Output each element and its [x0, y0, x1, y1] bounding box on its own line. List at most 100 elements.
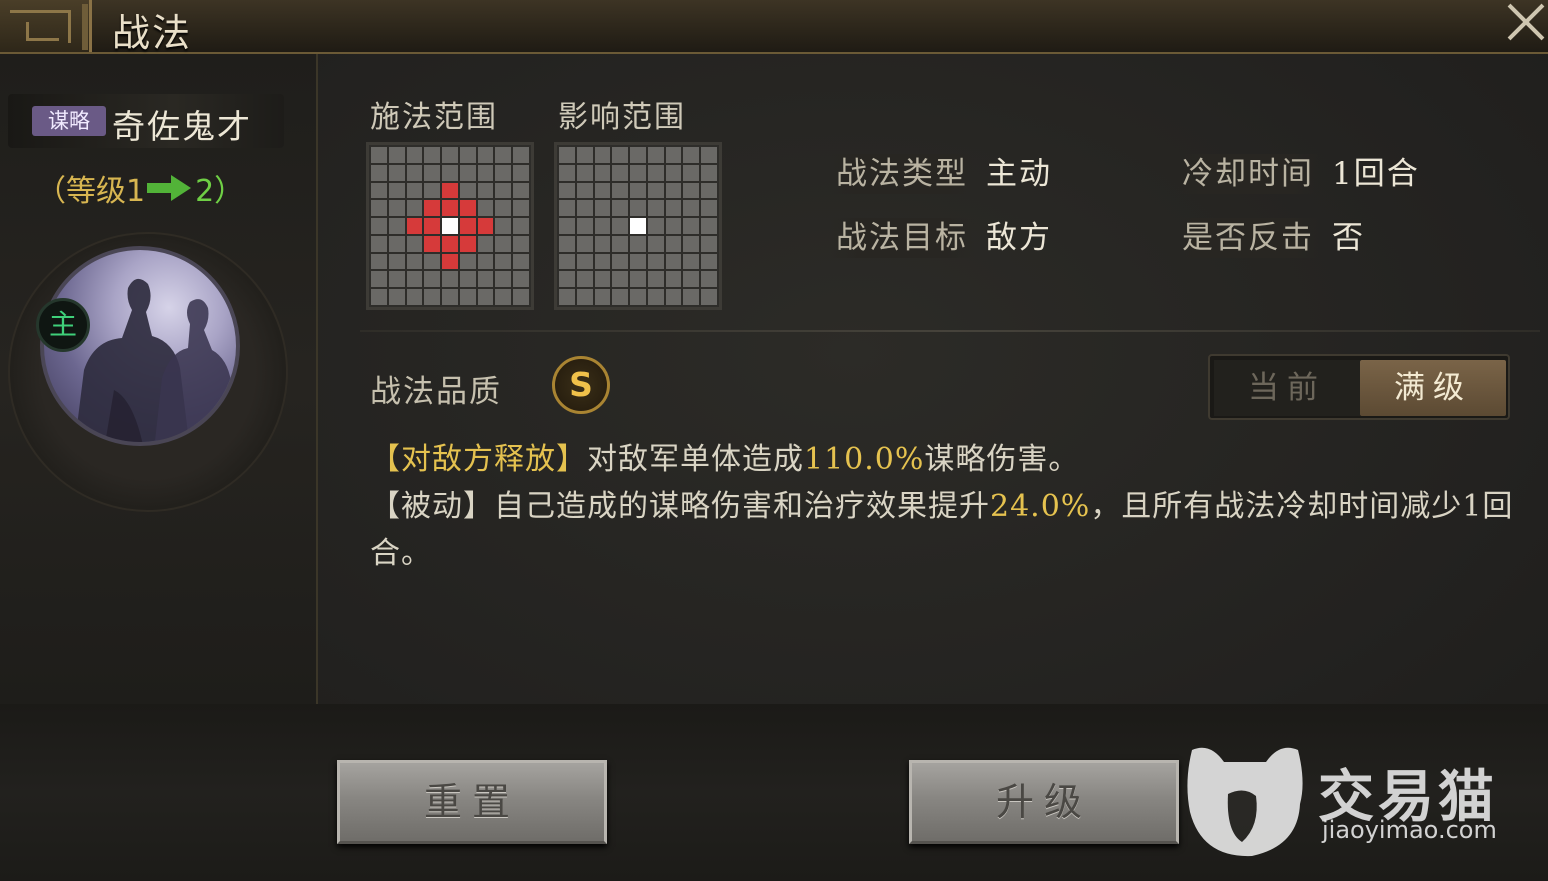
grid-cell: [406, 235, 423, 252]
grid-cell: [406, 147, 423, 163]
grid-cell: [424, 147, 441, 163]
grid-cell: [612, 182, 629, 199]
grid-cell: [576, 253, 593, 270]
grid-cell: [612, 200, 629, 217]
grid-cell: [513, 235, 529, 252]
attr-target-value: 敌方: [986, 220, 1052, 256]
divider: [360, 330, 1540, 332]
skill-name-box: 谋略 奇佐鬼才: [8, 94, 284, 148]
grid-cell: [665, 164, 682, 181]
grid-cell: [477, 235, 494, 252]
grid-cell: [495, 289, 512, 305]
grid-cell: [612, 289, 629, 305]
grid-cell: [594, 164, 611, 181]
grid-cell: [388, 200, 405, 217]
cast-range-grid: [366, 142, 534, 310]
grid-cell: [388, 289, 405, 305]
grid-cell: [406, 218, 423, 234]
grid-cell: [576, 200, 593, 217]
grid-cell: [406, 253, 423, 270]
grid-cell: [424, 289, 441, 305]
attr-type-row: 战法类型 主动: [830, 148, 1052, 194]
grid-cell: [665, 289, 682, 305]
attr-cooldown-value: 1回合: [1332, 156, 1420, 192]
grid-cell: [371, 289, 387, 305]
grid-cell: [647, 182, 664, 199]
grid-cell: [630, 253, 646, 270]
grid-cell: [647, 164, 664, 181]
grid-cell: [576, 218, 593, 234]
grid-cell: [477, 218, 494, 234]
grid-cell: [388, 182, 405, 199]
grid-cell: [513, 147, 529, 163]
grid-cell: [442, 147, 458, 163]
grid-cell: [477, 271, 494, 288]
grid-cell: [442, 182, 458, 199]
grid-cell: [683, 289, 700, 305]
grid-cell: [459, 271, 476, 288]
grid-cell: [371, 235, 387, 252]
grid-cell: [612, 164, 629, 181]
grid-cell: [594, 253, 611, 270]
grid-cell: [630, 271, 646, 288]
grid-cell: [612, 235, 629, 252]
upgrade-button[interactable]: 升级: [909, 760, 1179, 844]
grid-cell: [495, 147, 512, 163]
grid-cell: [424, 235, 441, 252]
grid-cell: [647, 253, 664, 270]
grid-cell: [665, 271, 682, 288]
grid-cell: [647, 147, 664, 163]
grid-cell: [459, 235, 476, 252]
grid-cell: [559, 235, 575, 252]
grid-cell: [576, 235, 593, 252]
close-icon[interactable]: [1504, 0, 1548, 44]
grid-cell: [442, 218, 458, 234]
grid-cell: [513, 200, 529, 217]
desc-active-tag: 【对敌方释放】: [370, 442, 587, 477]
grid-cell: [630, 200, 646, 217]
grid-cell: [513, 271, 529, 288]
grid-cell: [559, 147, 575, 163]
grid-cell: [424, 253, 441, 270]
grid-cell: [630, 164, 646, 181]
toggle-current-button[interactable]: 当前: [1214, 360, 1360, 416]
desc-active-text-a: 对敌军单体造成: [587, 442, 804, 477]
grid-cell: [612, 271, 629, 288]
attr-cooldown-label: 冷却时间: [1176, 154, 1320, 194]
level-indicator: （等级1 2）: [36, 166, 244, 210]
grid-cell: [683, 182, 700, 199]
toggle-max-button[interactable]: 满级: [1360, 360, 1506, 416]
grid-cell: [630, 235, 646, 252]
grid-cell: [559, 182, 575, 199]
grid-cell: [665, 253, 682, 270]
grid-cell: [424, 164, 441, 181]
grid-cell: [559, 218, 575, 234]
level-next: 2）: [195, 174, 245, 209]
grid-cell: [388, 218, 405, 234]
grid-cell: [701, 164, 717, 181]
attr-cooldown-row: 冷却时间 1回合: [1176, 148, 1420, 194]
grid-cell: [513, 182, 529, 199]
grid-cell: [371, 200, 387, 217]
grid-cell: [371, 218, 387, 234]
grid-cell: [513, 164, 529, 181]
grid-cell: [371, 253, 387, 270]
grid-cell: [477, 289, 494, 305]
attr-type-label: 战法类型: [830, 154, 974, 194]
attr-type-value: 主动: [986, 156, 1052, 192]
grid-cell: [683, 200, 700, 217]
grid-cell: [424, 218, 441, 234]
grid-cell: [459, 253, 476, 270]
reset-button[interactable]: 重置: [337, 760, 607, 844]
arrow-right-icon: [147, 175, 193, 201]
grid-cell: [424, 200, 441, 217]
grid-cell: [459, 289, 476, 305]
grid-cell: [559, 164, 575, 181]
jiaoyimao-cat-logo: [1187, 747, 1303, 857]
grid-cell: [701, 289, 717, 305]
grid-cell: [459, 182, 476, 199]
grid-cell: [495, 253, 512, 270]
title-bar: 战法: [0, 0, 1548, 55]
grid-cell: [459, 218, 476, 234]
grid-cell: [665, 218, 682, 234]
